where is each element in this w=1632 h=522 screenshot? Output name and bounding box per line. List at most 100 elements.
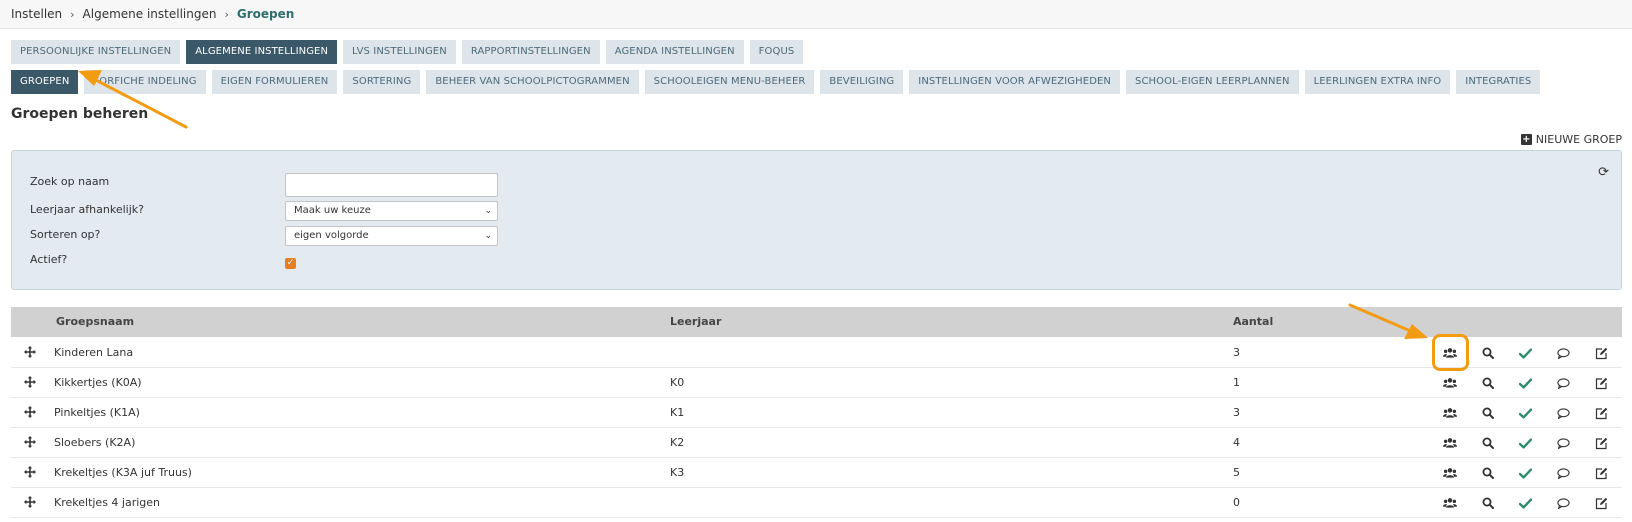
edit-icon[interactable] bbox=[1594, 496, 1608, 510]
tab-rapportinstellingen[interactable]: RAPPORTINSTELLINGEN bbox=[461, 40, 600, 64]
tab-agenda-instellingen[interactable]: AGENDA INSTELLINGEN bbox=[605, 40, 744, 64]
users-icon[interactable] bbox=[1443, 376, 1457, 390]
breadcrumb-groepen: Groepen bbox=[236, 7, 295, 21]
tab-algemene-instellingen[interactable]: ALGEMENE INSTELLINGEN bbox=[186, 40, 338, 64]
move-icon[interactable] bbox=[24, 346, 36, 358]
tab-forfiche-indeling[interactable]: FORFICHE INDELING bbox=[84, 70, 206, 94]
plus-square-icon: + bbox=[1520, 134, 1532, 145]
edit-icon[interactable] bbox=[1594, 376, 1608, 390]
column-header-count[interactable]: Aantal bbox=[1233, 307, 1273, 337]
tab-beveiliging[interactable]: BEVEILIGING bbox=[820, 70, 904, 94]
move-icon[interactable] bbox=[24, 496, 36, 508]
tab-eigen-formulieren[interactable]: EIGEN FORMULIEREN bbox=[211, 70, 338, 94]
check-icon[interactable] bbox=[1518, 436, 1532, 450]
group-count: 1 bbox=[1233, 376, 1240, 389]
move-icon[interactable] bbox=[24, 466, 36, 478]
grade-dependent-select[interactable]: Maak uw keuze ⌄ bbox=[285, 201, 498, 221]
tab-integraties[interactable]: INTEGRATIES bbox=[1456, 70, 1541, 94]
edit-icon[interactable] bbox=[1594, 406, 1608, 420]
users-icon[interactable] bbox=[1443, 496, 1457, 510]
breadcrumb-algemene-instellingen[interactable]: Algemene instellingen bbox=[83, 7, 217, 21]
comment-icon[interactable] bbox=[1556, 406, 1570, 420]
settings-tabs-primary: PERSOONLIJKE INSTELLINGEN ALGEMENE INSTE… bbox=[11, 40, 804, 64]
breadcrumb: Instellen › Algemene instellingen › Groe… bbox=[0, 0, 1632, 29]
users-icon[interactable] bbox=[1443, 406, 1457, 420]
chevron-right-icon: › bbox=[70, 7, 75, 21]
comment-icon[interactable] bbox=[1556, 496, 1570, 510]
tab-lvs-instellingen[interactable]: LVS INSTELLINGEN bbox=[343, 40, 456, 64]
group-count: 4 bbox=[1233, 436, 1240, 449]
edit-icon[interactable] bbox=[1594, 466, 1608, 480]
tab-school-eigen-leerplannen[interactable]: SCHOOL-EIGEN LEERPLANNEN bbox=[1126, 70, 1299, 94]
check-icon[interactable] bbox=[1518, 376, 1532, 390]
group-name: Pinkeltjes (K1A) bbox=[54, 406, 140, 419]
comment-icon[interactable] bbox=[1556, 376, 1570, 390]
check-icon[interactable] bbox=[1518, 466, 1532, 480]
chevron-down-icon: ⌄ bbox=[484, 206, 492, 216]
group-count: 3 bbox=[1233, 406, 1240, 419]
tab-foqus[interactable]: FOQUS bbox=[749, 40, 804, 64]
tab-sortering[interactable]: SORTERING bbox=[343, 70, 421, 94]
edit-icon[interactable] bbox=[1594, 346, 1608, 360]
table-row[interactable]: Pinkeltjes (K1A) K1 3 bbox=[11, 397, 1622, 428]
search-icon[interactable] bbox=[1481, 436, 1495, 450]
table-row[interactable]: Kikkertjes (K0A) K0 1 bbox=[11, 367, 1622, 398]
group-grade: K2 bbox=[670, 436, 685, 449]
breadcrumb-instellen[interactable]: Instellen bbox=[11, 7, 62, 21]
search-label: Zoek op naam bbox=[30, 175, 110, 188]
comment-icon[interactable] bbox=[1556, 346, 1570, 360]
comment-icon[interactable] bbox=[1556, 466, 1570, 480]
search-icon[interactable] bbox=[1481, 406, 1495, 420]
active-label: Actief? bbox=[30, 253, 68, 266]
users-icon[interactable] bbox=[1443, 436, 1457, 450]
search-input[interactable] bbox=[285, 173, 498, 197]
search-icon[interactable] bbox=[1481, 496, 1495, 510]
chevron-right-icon: › bbox=[224, 7, 229, 21]
settings-tabs-secondary: GROEPEN FORFICHE INDELING EIGEN FORMULIE… bbox=[11, 70, 1541, 94]
group-name: Krekeltjes 4 jarigen bbox=[54, 496, 161, 509]
tab-beheer-schoolpictogrammen[interactable]: BEHEER VAN SCHOOLPICTOGRAMMEN bbox=[426, 70, 639, 94]
sort-select[interactable]: eigen volgorde ⌄ bbox=[285, 226, 498, 246]
new-group-button[interactable]: + NIEUWE GROEP bbox=[1520, 133, 1622, 146]
edit-icon[interactable] bbox=[1594, 436, 1608, 450]
group-count: 3 bbox=[1233, 346, 1240, 359]
table-row[interactable]: Kinderen Lana 3 bbox=[11, 334, 1622, 371]
table-header: Groepsnaam Leerjaar Aantal bbox=[11, 307, 1622, 337]
search-icon[interactable] bbox=[1481, 376, 1495, 390]
check-icon[interactable] bbox=[1518, 346, 1532, 360]
filter-panel: Zoek op naam Leerjaar afhankelijk? Maak … bbox=[11, 150, 1622, 290]
move-icon[interactable] bbox=[24, 406, 36, 418]
tab-persoonlijke-instellingen[interactable]: PERSOONLIJKE INSTELLINGEN bbox=[11, 40, 181, 64]
users-icon[interactable] bbox=[1443, 466, 1457, 480]
check-icon[interactable] bbox=[1518, 496, 1532, 510]
column-header-name[interactable]: Groepsnaam bbox=[56, 307, 134, 337]
active-checkbox[interactable]: ✓ bbox=[285, 258, 296, 269]
comment-icon[interactable] bbox=[1556, 436, 1570, 450]
tab-groepen[interactable]: GROEPEN bbox=[11, 70, 79, 94]
refresh-icon[interactable]: ⟳ bbox=[1598, 165, 1609, 180]
check-icon[interactable] bbox=[1518, 406, 1532, 420]
grade-dependent-label: Leerjaar afhankelijk? bbox=[30, 203, 144, 216]
table-row[interactable]: Krekeltjes 4 jarigen 0 bbox=[11, 487, 1622, 518]
move-icon[interactable] bbox=[24, 436, 36, 448]
sort-value: eigen volgorde bbox=[294, 230, 369, 241]
move-icon[interactable] bbox=[24, 376, 36, 388]
tab-schooleigen-menu-beheer[interactable]: SCHOOLEIGEN MENU-BEHEER bbox=[644, 70, 815, 94]
group-name: Sloebers (K2A) bbox=[54, 436, 136, 449]
sort-label: Sorteren op? bbox=[30, 228, 101, 241]
page-title: Groepen beheren bbox=[11, 106, 149, 122]
group-name: Kinderen Lana bbox=[54, 346, 134, 359]
users-icon[interactable] bbox=[1443, 346, 1457, 360]
group-count: 5 bbox=[1233, 466, 1240, 479]
group-name: Krekeltjes (K3A juf Truus) bbox=[54, 466, 192, 479]
group-grade: K0 bbox=[670, 376, 685, 389]
search-icon[interactable] bbox=[1481, 466, 1495, 480]
search-icon[interactable] bbox=[1481, 346, 1495, 360]
table-row[interactable]: Sloebers (K2A) K2 4 bbox=[11, 427, 1622, 458]
grade-dependent-value: Maak uw keuze bbox=[294, 205, 371, 216]
tab-leerlingen-extra-info[interactable]: LEERLINGEN EXTRA INFO bbox=[1304, 70, 1451, 94]
tab-instellingen-afwezigheden[interactable]: INSTELLINGEN VOOR AFWEZIGHEDEN bbox=[909, 70, 1120, 94]
group-count: 0 bbox=[1233, 496, 1240, 509]
column-header-grade[interactable]: Leerjaar bbox=[670, 307, 721, 337]
table-row[interactable]: Krekeltjes (K3A juf Truus) K3 5 bbox=[11, 457, 1622, 488]
